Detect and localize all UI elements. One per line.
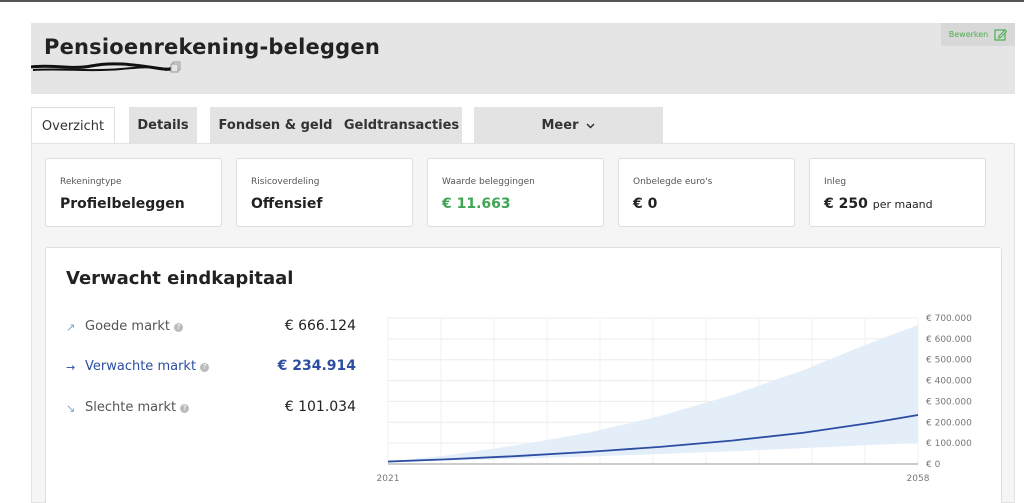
card-value: € 0 [633,196,658,212]
help-icon[interactable]: ? [174,323,184,332]
card-onbelegde-euros: Onbelegde euro's € 0 [618,158,795,227]
edit-icon [994,29,1008,41]
scenario-row-bad: ↘ Slechte markt? € 101.034 [66,399,356,419]
arrow-up-right-icon: ↗ [66,321,76,334]
card-inleg: Inleg € 250 per maand [809,158,986,227]
card-label: Waarde beleggingen [442,177,535,187]
copy-icon[interactable] [170,61,182,73]
card-value-suffix: per maand [872,198,933,211]
overview-panel: Rekeningtype Profielbeleggen Risicoverde… [31,143,1015,503]
tab-meer[interactable]: Meer [474,107,663,144]
y-tick-label: € 0 [926,460,941,470]
x-tick-label: 2021 [377,474,400,484]
x-tick-label: 2058 [907,474,930,484]
projection-chart: € 0 € 100.000 € 200.000 € 300.000 € 400.000 €… [377,314,973,484]
card-value: Profielbeleggen [60,196,185,212]
scenario-label: Slechte markt? [85,400,190,415]
tab-label: Details [137,118,189,133]
tab-overzicht[interactable]: Overzicht [31,107,115,145]
help-icon[interactable]: ? [200,363,210,372]
arrow-right-icon: → [66,361,76,374]
projection-panel: Verwacht eindkapitaal ↗ Goede markt? € 6… [45,247,1002,503]
y-tick-label: € 200.000 [926,418,972,428]
scenario-amount: € 234.914 [277,358,356,374]
scenario-row-expected: → Verwachte markt? € 234.914 [66,358,356,378]
help-icon[interactable]: ? [180,404,190,413]
edit-button[interactable]: Bewerken [941,23,1015,46]
scenario-label: Verwachte markt? [85,359,210,374]
tab-label: Geldtransacties [343,118,460,133]
card-waarde-beleggingen: Waarde beleggingen € 11.663 [427,158,604,227]
card-value-amount: € 250 [824,196,868,212]
card-label: Onbelegde euro's [633,177,713,187]
page-title: Pensioenrekening-beleggen [44,35,380,59]
scenario-amount: € 101.034 [284,399,356,415]
y-tick-label: € 400.000 [926,377,972,387]
y-tick-label: € 100.000 [926,439,972,449]
tab-fondsen-geld[interactable]: Fondsen & geld [210,107,341,144]
card-value: € 250 per maand [824,196,933,212]
edit-button-label: Bewerken [948,30,989,39]
scenario-label: Goede markt? [85,319,184,334]
card-rekeningtype: Rekeningtype Profielbeleggen [45,158,222,227]
window-top-border [0,0,1024,2]
tab-label: Fondsen & geld [218,118,333,133]
tab-label: Meer [541,118,579,133]
card-label: Rekeningtype [60,177,122,187]
y-tick-label: € 300.000 [926,397,972,407]
tab-details[interactable]: Details [129,107,197,144]
scenario-row-good: ↗ Goede markt? € 666.124 [66,318,356,338]
card-value: € 11.663 [442,196,511,212]
card-label: Inleg [824,177,847,187]
card-risicoverdeling: Risicoverdeling Offensief [236,158,413,227]
arrow-down-right-icon: ↘ [66,402,76,415]
tab-geldtransacties[interactable]: Geldtransacties [341,107,462,144]
tab-label: Overzicht [41,119,105,134]
card-value: Offensief [251,196,323,212]
account-header: Pensioenrekening-beleggen Bewerken [31,23,1015,94]
y-tick-label: € 500.000 [926,356,972,366]
y-tick-label: € 600.000 [926,335,972,345]
projection-title: Verwacht eindkapitaal [66,268,294,289]
scenario-amount: € 666.124 [284,318,356,334]
y-tick-label: € 700.000 [926,314,972,324]
chevron-down-icon [586,122,596,129]
card-label: Risicoverdeling [251,177,320,187]
